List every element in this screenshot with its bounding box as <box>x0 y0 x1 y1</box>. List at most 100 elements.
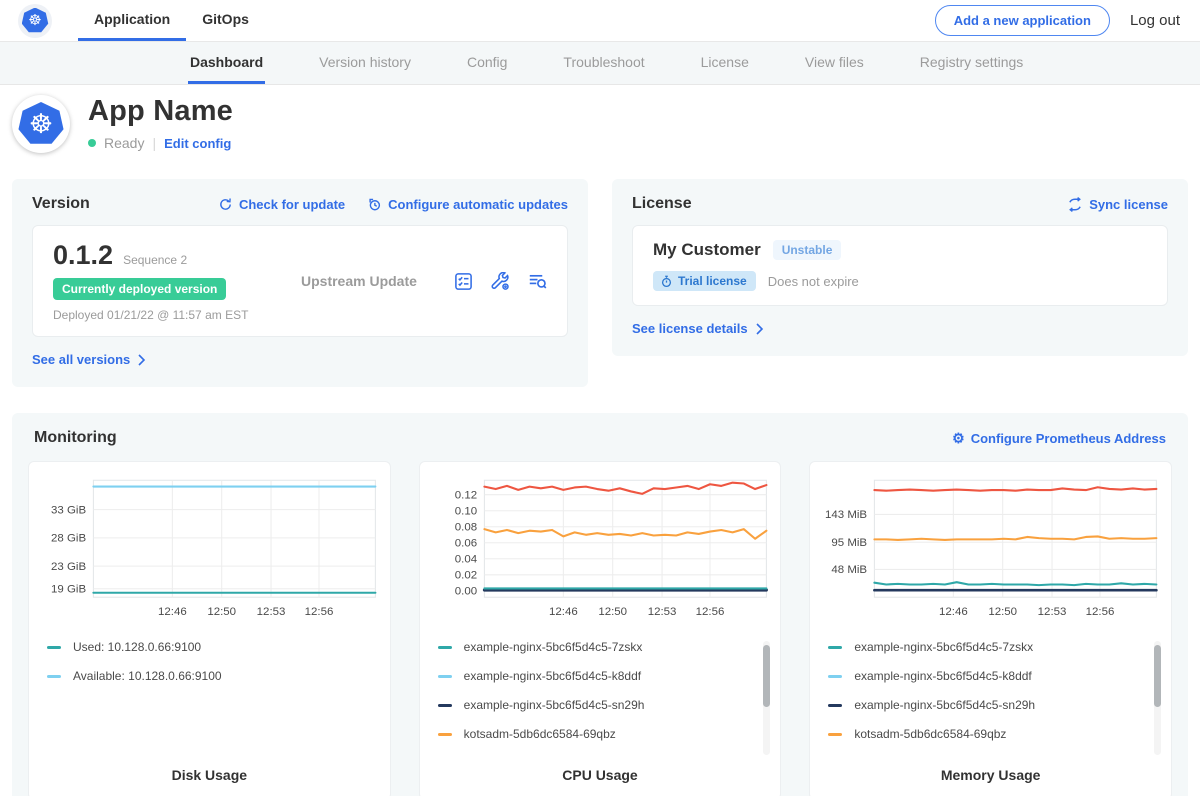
legend-scrollbar-thumb[interactable] <box>763 645 770 707</box>
series-line <box>875 536 1157 539</box>
chart-legend: example-nginx-5bc6f5d4c5-7zskx example-ng… <box>438 639 773 761</box>
svg-text:0.10: 0.10 <box>454 505 476 517</box>
series-line <box>484 529 766 539</box>
legend-label: example-nginx-5bc6f5d4c5-sn29h <box>854 698 1035 712</box>
topnav-tab-gitops[interactable]: GitOps <box>186 0 265 41</box>
legend-item: example-nginx-5bc6f5d4c5-7zskx <box>438 639 755 656</box>
series-line <box>875 487 1157 490</box>
svg-text:143 MiB: 143 MiB <box>825 509 867 521</box>
svg-text:19 GiB: 19 GiB <box>51 583 86 595</box>
legend-dash-icon <box>438 733 452 736</box>
status-dot <box>88 139 96 147</box>
svg-text:33 GiB: 33 GiB <box>51 504 86 516</box>
legend-item: kotsadm-5db6dc6584-69qbz <box>438 726 755 743</box>
customer-name: My Customer <box>653 240 761 260</box>
svg-text:12:46: 12:46 <box>158 606 187 618</box>
legend-item: example-nginx-5bc6f5d4c5-k8ddf <box>828 668 1145 685</box>
config-wrench-icon[interactable] <box>491 272 510 291</box>
chart-plot: 12:4612:5012:5312:56143 MiB95 MiB48 MiB <box>818 474 1163 629</box>
series-line <box>484 483 766 494</box>
deployed-timestamp: Deployed 01/21/22 @ 11:57 am EST <box>53 308 283 322</box>
legend-item: kotsadm-5db6dc6584-69qbz <box>828 726 1145 743</box>
tab-license[interactable]: License <box>699 42 751 84</box>
tab-dashboard[interactable]: Dashboard <box>188 42 265 84</box>
tab-registry-settings[interactable]: Registry settings <box>918 42 1025 84</box>
refresh-icon <box>218 197 233 212</box>
tab-config[interactable]: Config <box>465 42 509 84</box>
series-line <box>875 582 1157 585</box>
sync-license-link[interactable]: Sync license <box>1067 197 1168 212</box>
license-card: License Sync license My <box>612 179 1188 356</box>
svg-text:12:46: 12:46 <box>549 606 578 618</box>
license-summary: My Customer Unstable Trial license Doe <box>632 225 1168 306</box>
see-all-versions-link[interactable]: See all versions <box>32 352 147 367</box>
stopwatch-icon <box>660 275 673 288</box>
svg-text:0.02: 0.02 <box>454 569 476 581</box>
disk-usage-chart: 12:4612:5012:5312:5633 GiB28 GiB23 GiB19… <box>28 461 391 796</box>
configure-prometheus-link[interactable]: ⚙ Configure Prometheus Address <box>952 431 1166 446</box>
legend-dash-icon <box>438 646 452 649</box>
svg-text:0.08: 0.08 <box>454 521 476 533</box>
legend-scrollbar-thumb[interactable] <box>1154 645 1161 707</box>
check-for-update-link[interactable]: Check for update <box>218 197 345 212</box>
app-sub-nav: Dashboard Version history Config Trouble… <box>0 42 1200 85</box>
deploy-logs-icon[interactable] <box>528 272 547 291</box>
legend-item: Available: 10.128.0.66:9100 <box>47 668 364 685</box>
channel-badge: Unstable <box>773 240 842 260</box>
edit-config-link[interactable]: Edit config <box>164 136 231 151</box>
schedule-icon <box>367 197 382 212</box>
divider: | <box>152 135 156 151</box>
svg-text:12:50: 12:50 <box>207 606 236 618</box>
see-license-details-link[interactable]: See license details <box>632 321 765 336</box>
brand-logo[interactable]: ☸ <box>18 0 52 41</box>
legend-dash-icon <box>47 646 61 649</box>
chart-plot: 12:4612:5012:5312:5633 GiB28 GiB23 GiB19… <box>37 474 382 629</box>
status-text: Ready <box>104 135 144 151</box>
legend-item: example-nginx-5bc6f5d4c5-k8ddf <box>438 668 755 685</box>
monitoring-card: Monitoring ⚙ Configure Prometheus Addres… <box>12 413 1188 796</box>
legend-label: example-nginx-5bc6f5d4c5-k8ddf <box>854 669 1031 683</box>
license-type-badge: Trial license <box>653 271 756 291</box>
legend-label: kotsadm-5db6dc6584-69qbz <box>854 727 1006 741</box>
legend-dash-icon <box>438 704 452 707</box>
chart-legend: Used: 10.128.0.66:9100Available: 10.128.… <box>47 639 382 761</box>
logout-link[interactable]: Log out <box>1130 12 1180 29</box>
version-source: Upstream Update <box>283 273 454 289</box>
legend-dash-icon <box>828 733 842 736</box>
svg-text:23 GiB: 23 GiB <box>51 561 86 573</box>
legend-dash-icon <box>828 675 842 678</box>
svg-text:12:56: 12:56 <box>695 606 724 618</box>
svg-text:0.04: 0.04 <box>454 553 477 565</box>
legend-dash-icon <box>828 704 842 707</box>
tab-version-history[interactable]: Version history <box>317 42 413 84</box>
license-expiry: Does not expire <box>768 274 859 289</box>
sync-arrows-icon <box>1067 197 1083 212</box>
svg-text:48 MiB: 48 MiB <box>832 564 868 576</box>
legend-label: example-nginx-5bc6f5d4c5-k8ddf <box>464 669 641 683</box>
legend-item: example-nginx-5bc6f5d4c5-sn29h <box>438 697 755 714</box>
chevron-right-icon <box>136 354 147 366</box>
version-number: 0.1.2 <box>53 240 113 271</box>
add-new-application-button[interactable]: Add a new application <box>935 5 1110 36</box>
legend-dash-icon <box>438 675 452 678</box>
svg-text:12:50: 12:50 <box>598 606 627 618</box>
preflight-checks-icon[interactable] <box>454 272 473 291</box>
gear-icon: ⚙ <box>952 431 965 445</box>
topnav-tab-application[interactable]: Application <box>78 0 186 41</box>
currently-deployed-badge: Currently deployed version <box>53 278 226 300</box>
chart-legend: example-nginx-5bc6f5d4c5-7zskxexample-ng… <box>828 639 1163 761</box>
tab-troubleshoot[interactable]: Troubleshoot <box>561 42 646 84</box>
svg-text:12:53: 12:53 <box>257 606 286 618</box>
chart-title: Disk Usage <box>37 767 382 783</box>
page-title: App Name <box>88 95 233 128</box>
configure-automatic-updates-link[interactable]: Configure automatic updates <box>367 197 568 212</box>
tab-view-files[interactable]: View files <box>803 42 866 84</box>
svg-text:0.06: 0.06 <box>454 537 476 549</box>
svg-text:0.00: 0.00 <box>454 585 476 597</box>
svg-text:12:46: 12:46 <box>939 606 968 618</box>
app-icon: ☸ <box>12 95 70 153</box>
svg-text:28 GiB: 28 GiB <box>51 533 86 545</box>
license-heading: License <box>632 195 692 213</box>
monitoring-heading: Monitoring <box>34 429 117 447</box>
legend-label: Available: 10.128.0.66:9100 <box>73 669 222 683</box>
